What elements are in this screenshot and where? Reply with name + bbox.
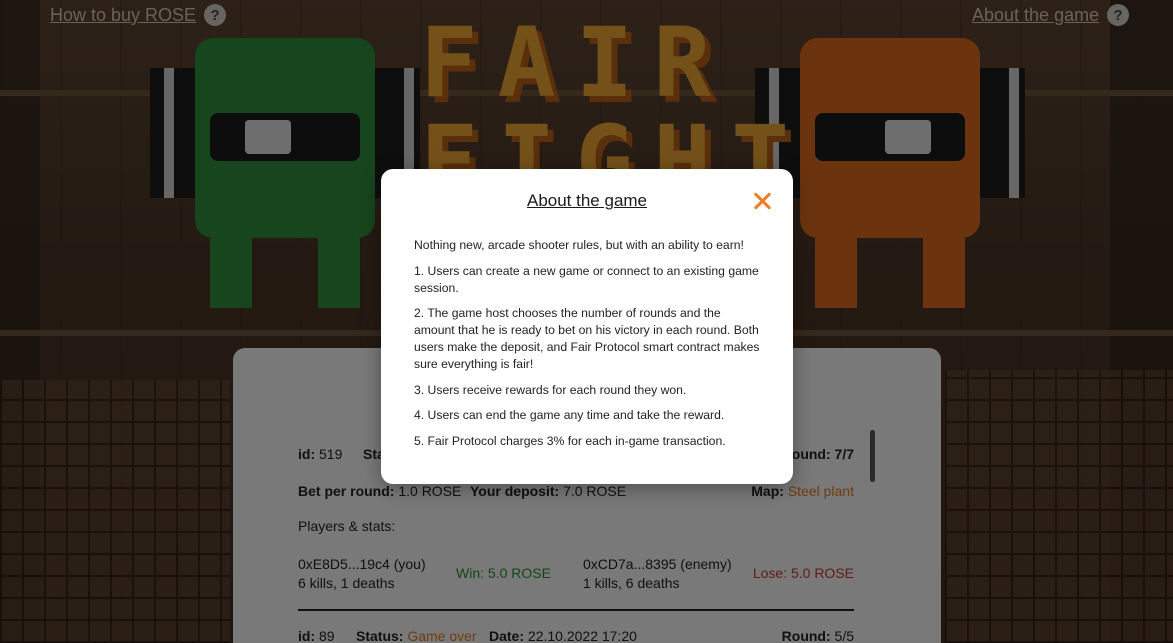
rule-item: 2. The game host chooses the number of r… (414, 306, 760, 371)
rule-item: 3. Users receive rewards for each round … (414, 382, 687, 397)
rule-item: 1. Users can create a new game or connec… (414, 263, 759, 295)
rules-intro: Nothing new, arcade shooter rules, but w… (414, 238, 744, 252)
about-game-modal: About the game Nothing new, arcade shoot… (381, 169, 793, 484)
modal-body: Nothing new, arcade shooter rules, but w… (414, 237, 764, 458)
close-icon[interactable] (751, 189, 775, 213)
rule-item: 5. Fair Protocol charges 3% for each in-… (414, 433, 726, 448)
rule-item: 4. Users can end the game any time and t… (414, 408, 725, 422)
modal-title: About the game (526, 191, 648, 210)
